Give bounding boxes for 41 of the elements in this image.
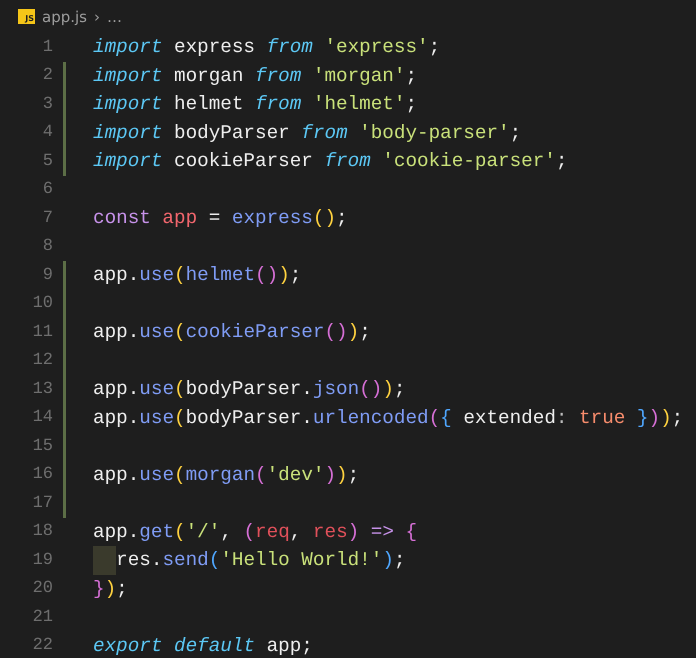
code-line: app.use(bodyParser.json()); — [93, 377, 406, 402]
code-line: app.use(cookieParser()); — [93, 320, 371, 346]
code-line: app.use(helmet()); — [93, 263, 302, 288]
line-number: 8 — [42, 237, 53, 256]
line-number: 17 — [32, 494, 53, 513]
line-number: 22 — [32, 636, 53, 656]
line-number: 16 — [32, 465, 53, 484]
line-number: 21 — [32, 608, 53, 627]
breadcrumb-separator: › — [94, 8, 100, 26]
code-line: }); — [93, 576, 128, 602]
line-number: 6 — [42, 180, 53, 200]
line-number: 11 — [32, 322, 53, 342]
line-number: 2 — [42, 66, 53, 86]
code-line: import bodyParser from 'body-parser'; — [93, 120, 522, 146]
line-number: 5 — [42, 152, 53, 171]
line-number: 7 — [42, 208, 53, 228]
line-number: 3 — [42, 94, 53, 114]
code-line: res.send('Hello World!'); — [116, 548, 406, 574]
line-number: 20 — [32, 579, 53, 598]
line-number: 14 — [32, 408, 53, 428]
code-line: import express from 'express'; — [93, 35, 440, 60]
line-number: 9 — [42, 266, 53, 285]
line-number: 10 — [32, 294, 53, 314]
line-number: 18 — [32, 522, 53, 542]
code-line: export default app; — [93, 634, 313, 658]
breadcrumb-file[interactable]: app.js — [42, 8, 87, 26]
line-number: 19 — [32, 550, 53, 570]
line-number: 4 — [42, 123, 53, 142]
code-line: import helmet from 'helmet'; — [93, 92, 418, 118]
code-line: app.get('/', (req, res) => { — [93, 520, 418, 545]
line-number: 1 — [42, 38, 53, 57]
breadcrumb-more[interactable]: … — [107, 8, 122, 26]
javascript-file-icon: JS — [18, 9, 35, 24]
code-line: app.use(morgan('dev')); — [93, 462, 360, 488]
code-line: import cookieParser from 'cookie-parser'; — [93, 149, 568, 174]
code-line: import morgan from 'morgan'; — [93, 64, 418, 89]
line-number: 13 — [32, 380, 53, 399]
line-number: 15 — [32, 436, 53, 456]
line-number: 12 — [32, 351, 53, 370]
code-line: app.use(bodyParser.urlencoded({ extended: true })); — [93, 406, 684, 431]
code-line: const app = express(); — [93, 206, 348, 232]
